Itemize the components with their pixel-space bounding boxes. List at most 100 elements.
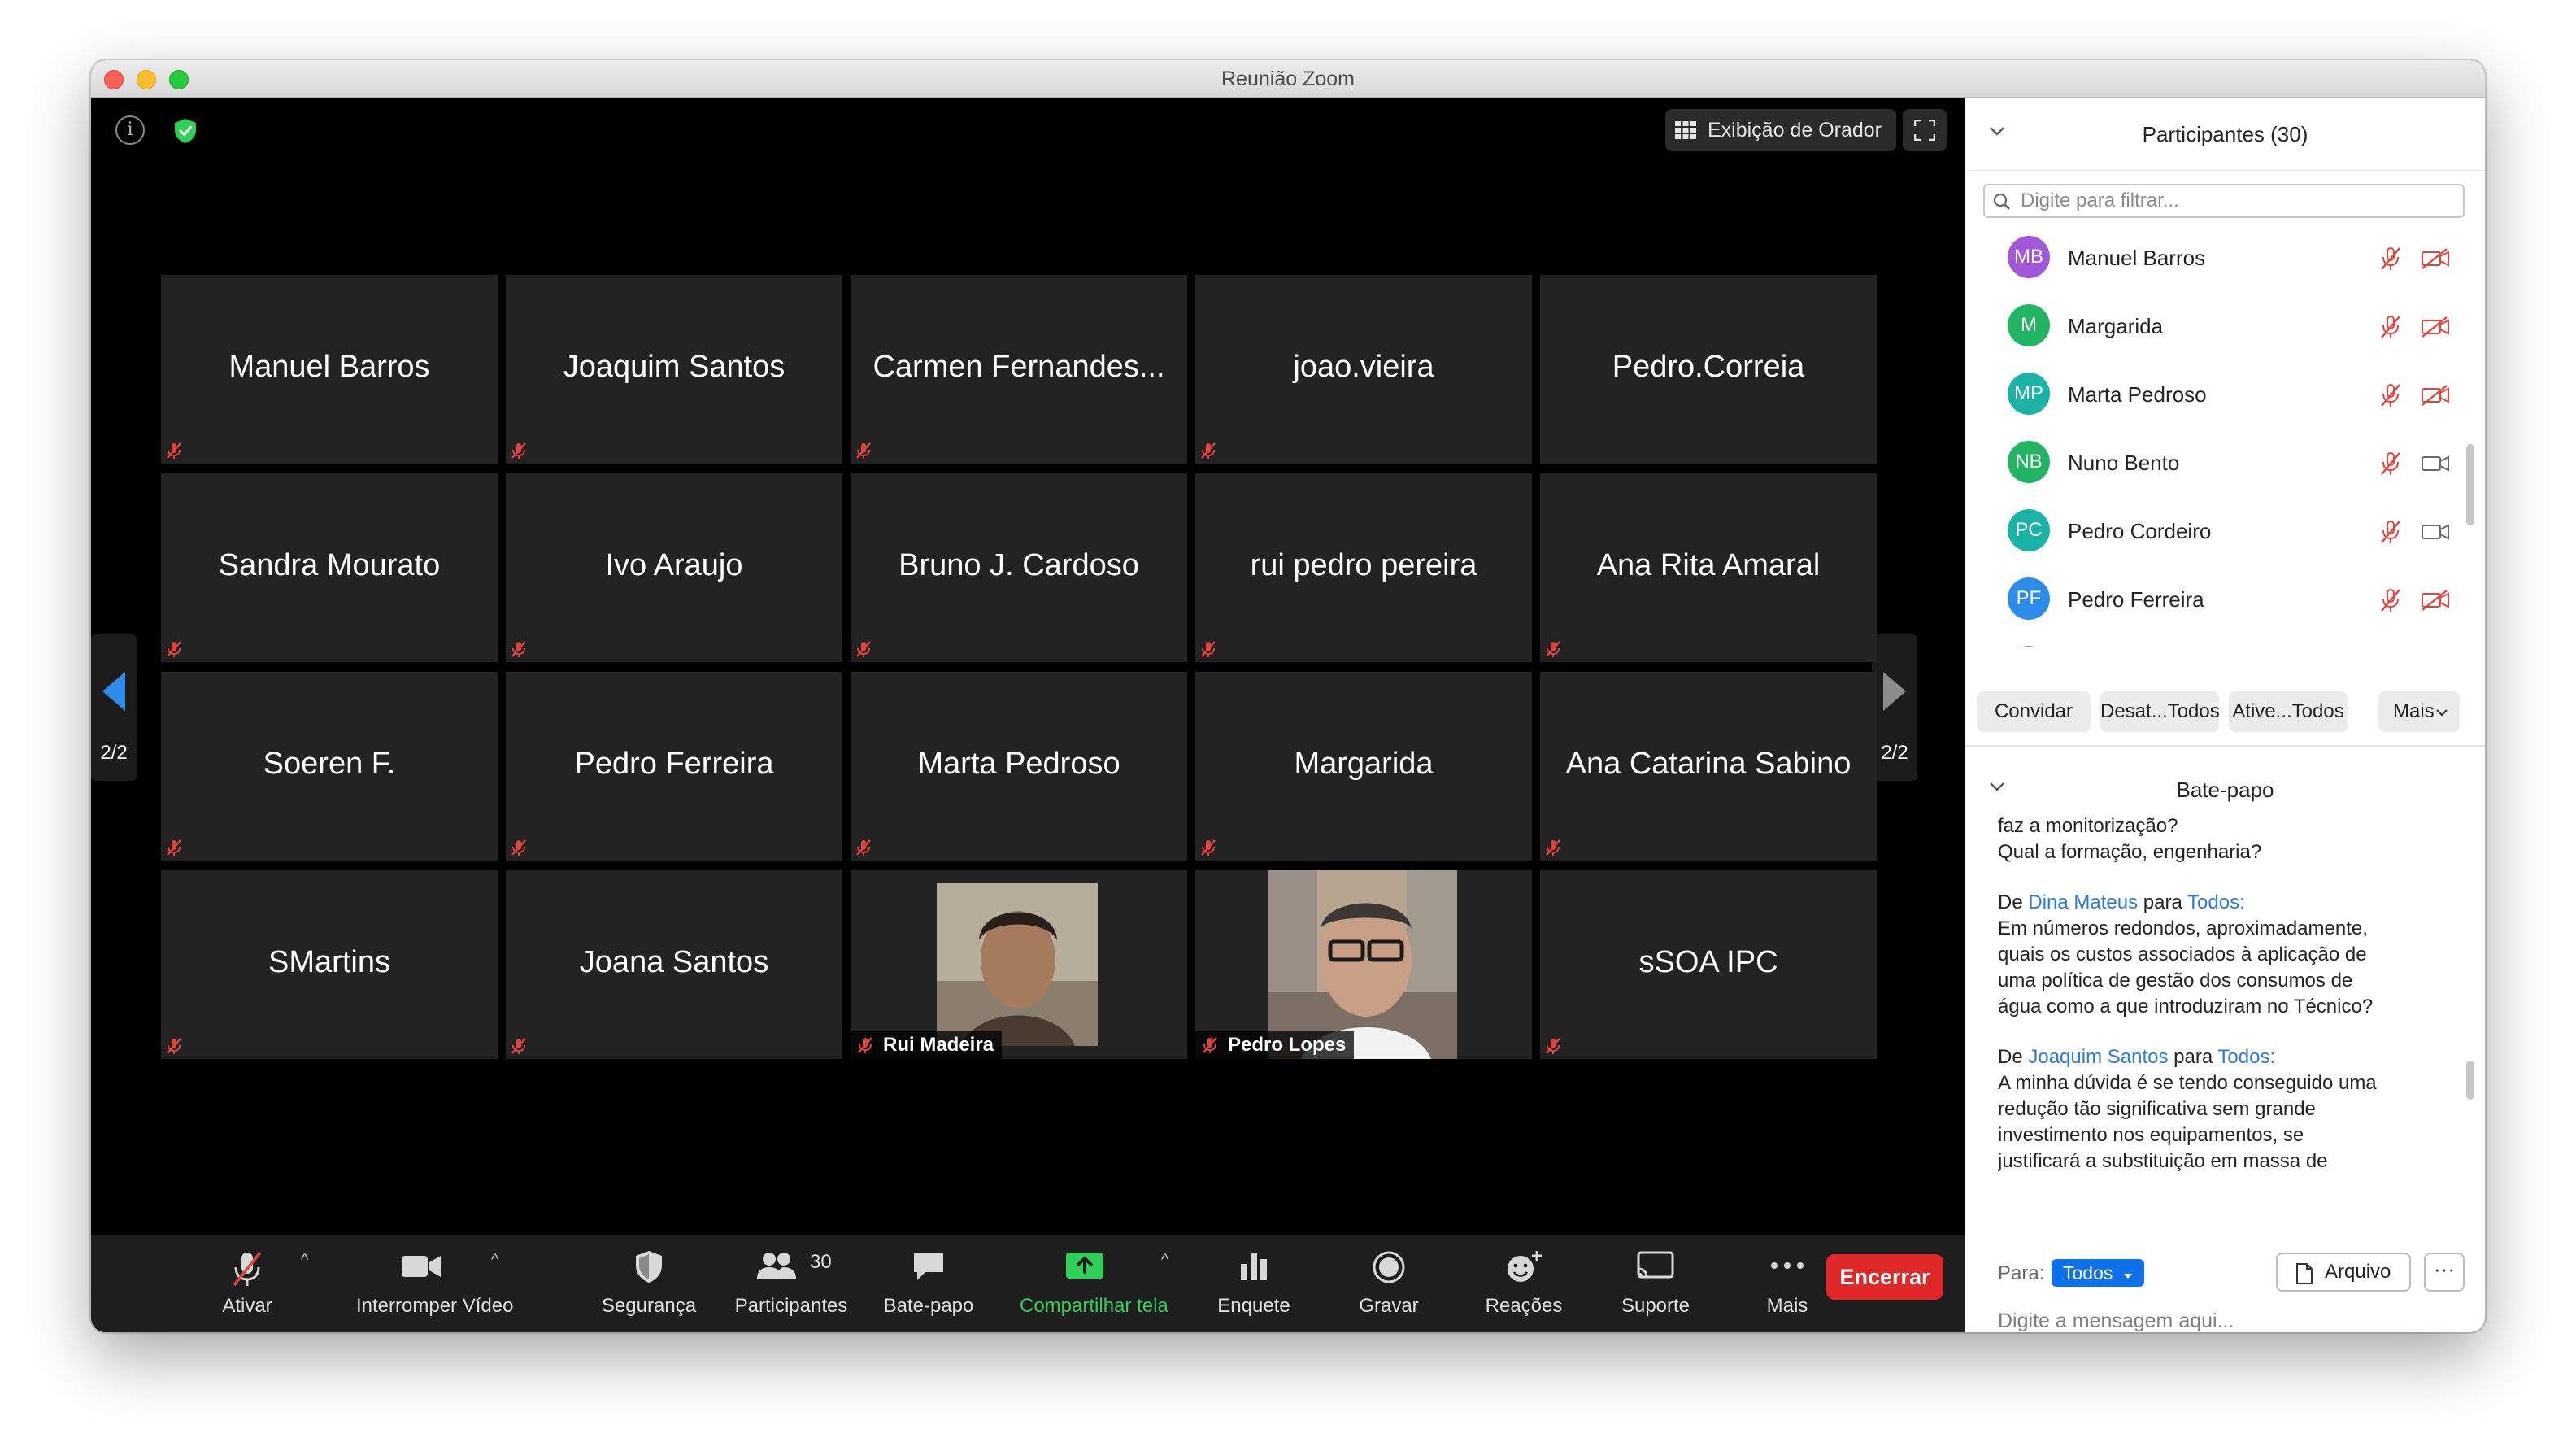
video-tile[interactable]: Marta Pedroso — [851, 672, 1187, 861]
video-options-chevron-up-icon[interactable]: ^ — [491, 1251, 498, 1270]
mute-all-button[interactable]: Desat...Todos — [2100, 691, 2220, 732]
microphone-muted-icon — [164, 1036, 184, 1056]
share-screen-button[interactable]: Compartilhar tela — [1020, 1235, 1168, 1332]
security-button[interactable]: Segurança — [602, 1235, 696, 1332]
chat-recipient-select[interactable]: Todos — [2052, 1259, 2144, 1287]
invite-button[interactable]: Convidar — [1977, 691, 2091, 732]
chat-line: Qual a formação, engenharia? — [1998, 841, 2262, 863]
video-tile[interactable]: Sandra Mourato — [161, 473, 498, 662]
chat-sender[interactable]: Joaquim Santos — [2028, 1046, 2168, 1068]
video-tile[interactable]: joao.vieira — [1195, 275, 1532, 464]
participant-video-image — [937, 883, 1098, 1046]
speaker-view-button[interactable]: Exibição de Orador — [1665, 109, 1896, 151]
avatar: PF — [2008, 577, 2050, 620]
participant-row[interactable]: M Margarida — [1965, 293, 2469, 361]
panel-divider — [1965, 745, 2485, 747]
participants-button[interactable]: 30 Participantes — [735, 1235, 848, 1332]
support-button[interactable]: Suporte — [1621, 1235, 1690, 1332]
microphone-muted-icon[interactable] — [2378, 314, 2403, 344]
next-page-button[interactable]: 2/2 — [1872, 634, 1917, 781]
chat-button[interactable]: Bate-papo — [884, 1235, 973, 1332]
microphone-muted-icon — [164, 441, 184, 460]
chat-line: investimento nos equipamentos, se — [1998, 1124, 2304, 1146]
video-tile[interactable]: Ana Rita Amaral — [1540, 473, 1877, 662]
video-tile[interactable]: Joaquim Santos — [506, 275, 842, 464]
video-tile[interactable]: Ana Catarina Sabino — [1540, 672, 1877, 861]
video-off-icon[interactable] — [2421, 384, 2450, 411]
to-word: para — [2143, 891, 2182, 913]
chat-bubble-icon — [914, 1253, 943, 1280]
video-off-icon[interactable] — [2421, 589, 2450, 616]
audio-options-chevron-up-icon[interactable]: ^ — [301, 1251, 308, 1270]
stop-video-button[interactable]: Interromper Vídeo — [356, 1235, 513, 1332]
video-tile[interactable]: Soeren F. — [161, 672, 498, 861]
video-tile[interactable]: Pedro Ferreira — [506, 672, 842, 861]
chat-message-input[interactable] — [1998, 1305, 2453, 1332]
participants-title: Participantes (30) — [2142, 122, 2308, 146]
chat-scrollbar-thumb[interactable] — [2466, 1061, 2474, 1100]
participant-row[interactable]: NB Nuno Bento — [1965, 429, 2469, 498]
microphone-muted-icon[interactable] — [2378, 451, 2403, 481]
participant-row[interactable]: PC Pedro Cordeiro — [1965, 498, 2469, 566]
participant-row[interactable]: PF Pedro Ferreira — [1965, 566, 2469, 634]
unmute-button[interactable]: Ativar — [215, 1235, 280, 1332]
video-tile[interactable]: Pedro.Correia — [1540, 275, 1877, 464]
participant-row[interactable]: MB Manuel Barros — [1965, 224, 2469, 293]
video-tile[interactable]: Rui Madeira — [851, 870, 1187, 1059]
more-button[interactable]: Mais — [1755, 1235, 1820, 1332]
chat-line: redução tão significativa sem grande — [1998, 1098, 2316, 1120]
participant-row[interactable]: MP Marta Pedroso — [1965, 361, 2469, 429]
send-file-label: Arquivo — [2325, 1261, 2391, 1283]
video-tile[interactable]: Joana Santos — [506, 870, 842, 1059]
microphone-muted-icon[interactable] — [2378, 246, 2403, 276]
chat-sender[interactable]: Dina Mateus — [2028, 891, 2138, 913]
microphone-muted-icon — [509, 838, 529, 857]
video-tile[interactable]: Pedro Lopes — [1195, 870, 1532, 1059]
page-indicator-left: 2/2 — [100, 742, 128, 764]
unmute-all-button[interactable]: Ative...Todos — [2229, 691, 2348, 732]
send-file-button[interactable]: Arquivo — [2276, 1253, 2411, 1292]
chat-recipient: Todos: — [2187, 891, 2245, 913]
chat-line: quais os custos associados à aplicação d… — [1998, 943, 2367, 965]
end-meeting-button[interactable]: Encerrar — [1826, 1254, 1943, 1300]
participant-filter[interactable] — [1983, 184, 2465, 218]
microphone-muted-icon[interactable] — [2378, 587, 2403, 617]
share-screen-label: Compartilhar tela — [1020, 1295, 1168, 1317]
video-tile[interactable]: Margarida — [1195, 672, 1532, 861]
video-tile[interactable]: Carmen Fernandes... — [851, 275, 1187, 464]
previous-page-button[interactable]: 2/2 — [91, 634, 137, 781]
participant-list-name: Marta Pedroso — [2068, 382, 2207, 407]
video-tile[interactable]: Bruno J. Cardoso — [851, 473, 1187, 662]
chat-scrollbar[interactable] — [2466, 813, 2474, 1200]
participant-name: SMartins — [268, 945, 390, 979]
chat-message: De Dina Mateus para Todos: Em números re… — [1998, 890, 2453, 1020]
chat-more-button[interactable]: ··· — [2424, 1253, 2465, 1292]
participants-list: MB Manuel Barros M Margarida MP Marta Pedroso… — [1965, 224, 2485, 647]
microphone-muted-icon[interactable] — [2378, 382, 2403, 412]
encryption-shield-icon[interactable] — [172, 117, 198, 145]
chat-line: Em números redondos, aproximadamente, — [1998, 917, 2368, 939]
participant-row[interactable]: Pedro Lopes — [1965, 634, 2469, 647]
share-options-chevron-up-icon[interactable]: ^ — [1161, 1251, 1168, 1270]
participant-list-name: Margarida — [2068, 314, 2164, 338]
video-camera-icon[interactable] — [2421, 521, 2450, 547]
video-tile[interactable]: SMartins — [161, 870, 498, 1059]
video-tile[interactable]: rui pedro pereira — [1195, 473, 1532, 662]
participant-filter-input[interactable] — [2021, 189, 2452, 213]
video-tile[interactable]: Ivo Araujo — [506, 473, 842, 662]
reactions-button[interactable]: Reações — [1486, 1235, 1562, 1332]
microphone-muted-icon[interactable] — [2378, 519, 2403, 549]
record-button[interactable]: Gravar — [1356, 1235, 1421, 1332]
video-camera-icon[interactable] — [2421, 452, 2450, 479]
video-tile[interactable]: sSOA IPC — [1540, 870, 1877, 1059]
participant-name: Sandra Mourato — [218, 548, 441, 582]
poll-button[interactable]: Enquete — [1217, 1235, 1290, 1332]
participants-count: 30 — [810, 1251, 832, 1273]
video-tile[interactable]: Manuel Barros — [161, 275, 498, 464]
video-off-icon[interactable] — [2421, 247, 2450, 274]
chat-recipient-value: Todos — [2063, 1262, 2113, 1283]
video-off-icon[interactable] — [2421, 316, 2450, 342]
fullscreen-button[interactable] — [1903, 109, 1947, 151]
participants-more-button[interactable]: Mais — [2378, 691, 2460, 732]
info-icon[interactable]: i — [115, 115, 145, 145]
